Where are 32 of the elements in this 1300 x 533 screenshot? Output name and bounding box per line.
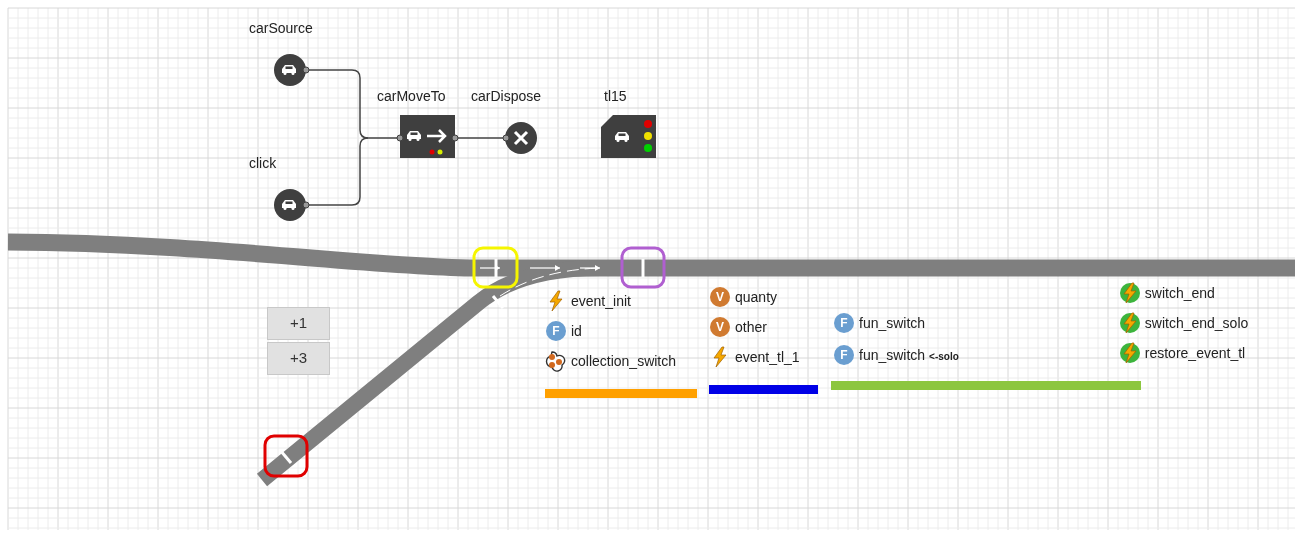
move-to-block-icon[interactable]: [396, 115, 459, 158]
block-label: carMoveTo: [377, 87, 446, 106]
function-icon: F: [834, 313, 854, 333]
element-label: id: [571, 321, 582, 341]
element-label: switch_end_solo: [1144, 313, 1249, 333]
element-label: fun_switch <-solo: [859, 345, 959, 365]
counter-button[interactable]: +1: [267, 307, 330, 340]
circled-lightning-icon: [1118, 281, 1141, 305]
element-label: event_tl_1: [735, 347, 800, 367]
element-label: fun_switch: [859, 313, 926, 333]
function-icon: F: [834, 345, 854, 365]
block-label: tl15: [604, 87, 627, 106]
element-label: quanty: [735, 287, 778, 307]
variable-icon: V: [710, 317, 730, 337]
variable-icon: V: [710, 287, 730, 307]
circled-lightning-icon: [1118, 341, 1141, 365]
source-block-icon[interactable]: [274, 54, 310, 86]
traffic-light-block-icon[interactable]: [601, 115, 656, 158]
element-label: switch_end: [1144, 283, 1215, 303]
block-label: click: [249, 154, 277, 173]
source-block-icon[interactable]: [274, 189, 310, 221]
block-label: carSource: [249, 19, 313, 38]
element-label: collection_switch: [571, 351, 677, 371]
element-label: restore_event_tl: [1144, 343, 1246, 363]
dispose-block-icon[interactable]: [502, 122, 537, 154]
element-label: event_init: [571, 291, 631, 311]
function-icon: F: [546, 321, 566, 341]
circled-lightning-icon: [1118, 311, 1141, 335]
collection-icon: [545, 350, 567, 372]
element-label: other: [735, 317, 767, 337]
block-label: carDispose: [471, 87, 542, 106]
counter-button[interactable]: +3: [267, 342, 330, 375]
